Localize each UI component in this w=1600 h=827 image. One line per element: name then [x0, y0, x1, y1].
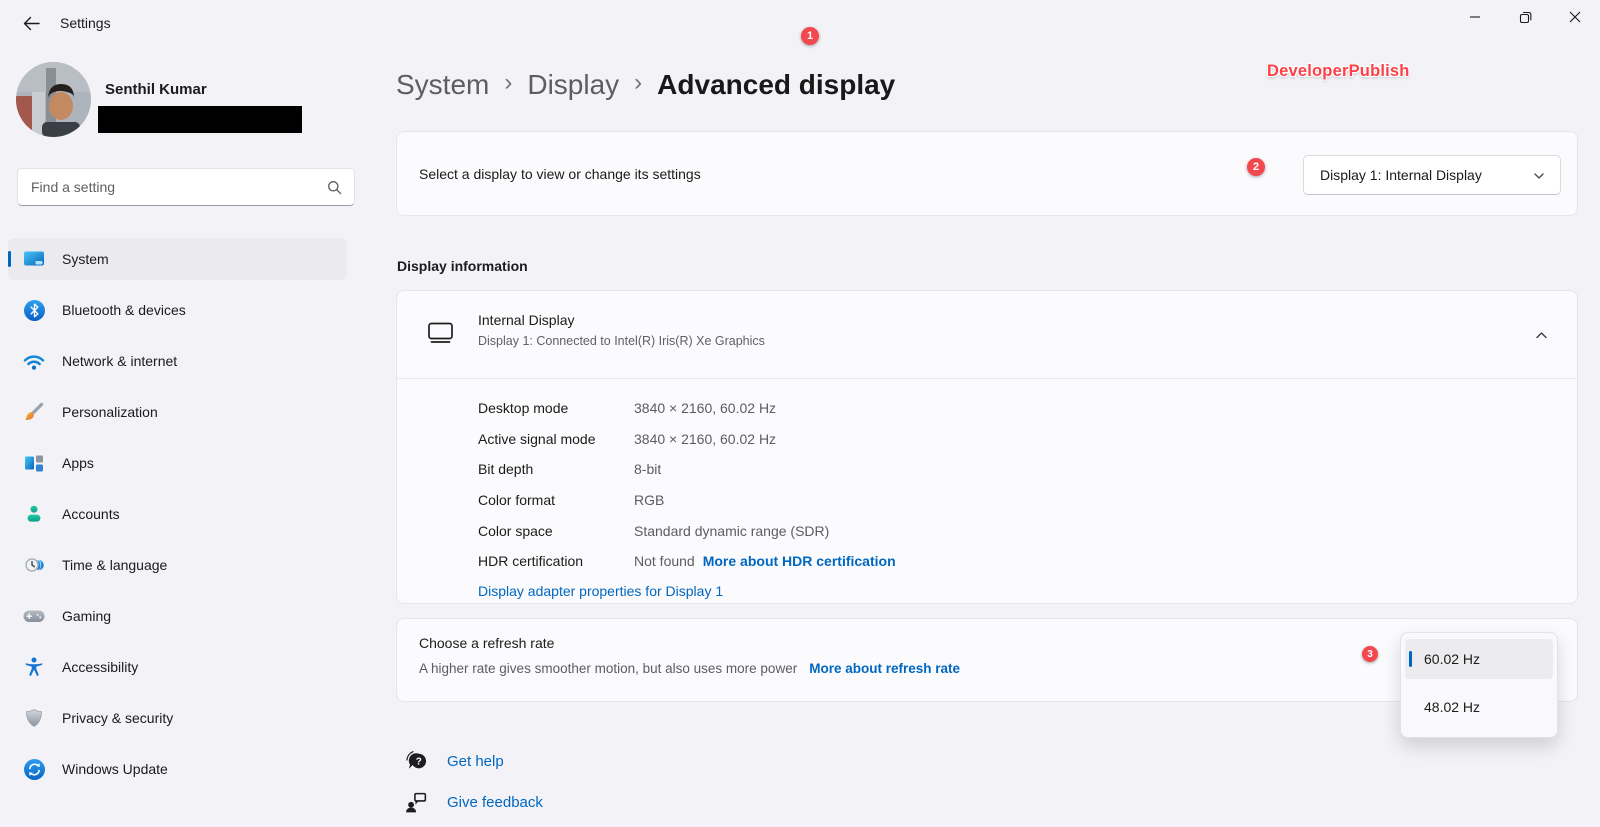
sidebar-item-label: Privacy & security: [62, 710, 174, 726]
sidebar-item-label: Network & internet: [62, 353, 178, 369]
divider: [397, 378, 1577, 379]
back-arrow-icon: [23, 16, 40, 31]
give-feedback-link[interactable]: Give feedback: [447, 794, 543, 811]
close-icon: [1569, 11, 1581, 23]
breadcrumb-separator: ›: [634, 69, 643, 96]
search-icon[interactable]: [327, 180, 342, 195]
time-language-icon: [23, 554, 45, 576]
accounts-icon: [23, 503, 45, 525]
display-select-value: Display 1: Internal Display: [1320, 167, 1482, 183]
minimize-icon: [1469, 11, 1481, 23]
hdr-certification-link[interactable]: More about HDR certification: [703, 553, 896, 569]
back-button[interactable]: [14, 8, 48, 38]
give-feedback-row: Give feedback: [404, 787, 543, 817]
info-row-color-space: Color space Standard dynamic range (SDR): [478, 522, 830, 539]
watermark: DeveloperPublish: [1267, 62, 1410, 80]
display-info-card: Internal Display Display 1: Connected to…: [396, 290, 1578, 604]
refresh-rate-dropdown: 60.02 Hz 48.02 Hz: [1400, 632, 1558, 738]
personalization-icon: [23, 401, 45, 423]
expander-header[interactable]: Internal Display Display 1: Connected to…: [397, 291, 1577, 378]
redacted-email: [98, 106, 302, 133]
sidebar-item-label: Gaming: [62, 608, 112, 624]
info-row-hdr-certification: HDR certification Not found More about H…: [478, 553, 896, 570]
restore-icon: [1519, 11, 1532, 24]
breadcrumb: System › Display › Advanced display: [396, 62, 895, 108]
breadcrumb-system[interactable]: System: [396, 69, 489, 101]
refresh-rate-title: Choose a refresh rate: [419, 635, 555, 651]
sidebar-item-time-language[interactable]: Time & language: [8, 544, 347, 586]
sidebar-item-accessibility[interactable]: Accessibility: [8, 646, 347, 688]
restore-button[interactable]: [1500, 0, 1550, 34]
info-row-color-format: Color format RGB: [478, 492, 665, 509]
sidebar-item-personalization[interactable]: Personalization: [8, 391, 347, 433]
system-icon: [23, 248, 45, 270]
chevron-up-icon[interactable]: [1531, 325, 1551, 345]
minimize-button[interactable]: [1450, 0, 1500, 34]
sidebar-item-apps[interactable]: Apps: [8, 442, 347, 484]
sidebar-item-label: Personalization: [62, 404, 158, 420]
get-help-row: ? Get help: [404, 746, 504, 776]
breadcrumb-display[interactable]: Display: [527, 69, 619, 101]
svg-text:?: ?: [416, 756, 422, 767]
sidebar-item-label: Windows Update: [62, 761, 168, 777]
search-box: [17, 168, 355, 206]
refresh-option-60hz[interactable]: 60.02 Hz: [1405, 639, 1553, 679]
sidebar-item-label: Accounts: [62, 506, 120, 522]
select-display-label: Select a display to view or change its s…: [419, 165, 701, 182]
annotation-badge-2: 2: [1247, 158, 1265, 176]
window-title: Settings: [60, 15, 111, 31]
sidebar-item-system[interactable]: System: [8, 238, 347, 280]
bluetooth-icon: [23, 299, 45, 321]
selected-indicator: [8, 251, 11, 267]
get-help-link[interactable]: Get help: [447, 753, 504, 770]
display-card-title: Internal Display: [478, 312, 575, 328]
sidebar-item-accounts[interactable]: Accounts: [8, 493, 347, 535]
breadcrumb-separator: ›: [504, 69, 513, 96]
get-help-icon: ?: [404, 749, 429, 774]
window-controls: [1450, 0, 1600, 34]
info-row-bit-depth: Bit depth 8-bit: [478, 461, 662, 478]
network-icon: [23, 350, 45, 372]
display-select-dropdown[interactable]: Display 1: Internal Display: [1303, 155, 1561, 195]
close-button[interactable]: [1550, 0, 1600, 34]
info-row-desktop-mode: Desktop mode 3840 × 2160, 60.02 Hz: [478, 400, 777, 417]
avatar: [16, 62, 91, 137]
page-title: Advanced display: [657, 69, 896, 100]
display-adapter-properties-link[interactable]: Display adapter properties for Display 1: [478, 583, 723, 599]
refresh-rate-subtitle: A higher rate gives smoother motion, but…: [419, 661, 798, 676]
refresh-option-48hz[interactable]: 48.02 Hz: [1405, 687, 1553, 727]
refresh-rate-subtitle-row: A higher rate gives smoother motion, but…: [419, 661, 960, 676]
privacy-shield-icon: [23, 707, 45, 729]
sidebar-item-label: System: [62, 251, 109, 267]
windows-update-icon: [23, 758, 45, 780]
annotation-badge-1: 1: [801, 27, 819, 45]
section-title: Display information: [397, 258, 528, 274]
user-name: Senthil Kumar: [105, 81, 207, 98]
sidebar-item-label: Bluetooth & devices: [62, 302, 186, 318]
search-input[interactable]: [31, 179, 327, 195]
give-feedback-icon: [404, 790, 429, 815]
sidebar-item-privacy[interactable]: Privacy & security: [8, 697, 347, 739]
apps-icon: [23, 452, 45, 474]
sidebar-item-gaming[interactable]: Gaming: [8, 595, 347, 637]
refresh-rate-more-link[interactable]: More about refresh rate: [809, 661, 960, 676]
annotation-badge-3: 3: [1362, 646, 1378, 662]
sidebar-item-bluetooth[interactable]: Bluetooth & devices: [8, 289, 347, 331]
info-row-active-signal-mode: Active signal mode 3840 × 2160, 60.02 Hz: [478, 430, 777, 447]
chevron-down-icon: [1532, 169, 1546, 182]
accessibility-icon: [23, 656, 45, 678]
sidebar-item-label: Accessibility: [62, 659, 139, 675]
display-info-rows: Desktop mode 3840 × 2160, 60.02 Hz Activ…: [478, 393, 1553, 577]
sidebar-item-label: Apps: [62, 455, 94, 471]
sidebar-item-windows-update[interactable]: Windows Update: [8, 748, 347, 790]
gaming-icon: [23, 605, 45, 627]
display-card-subtitle: Display 1: Connected to Intel(R) Iris(R)…: [478, 334, 765, 348]
monitor-icon: [427, 321, 454, 344]
sidebar-item-network[interactable]: Network & internet: [8, 340, 347, 382]
selected-indicator: [1409, 651, 1412, 667]
sidebar-item-label: Time & language: [62, 557, 168, 573]
